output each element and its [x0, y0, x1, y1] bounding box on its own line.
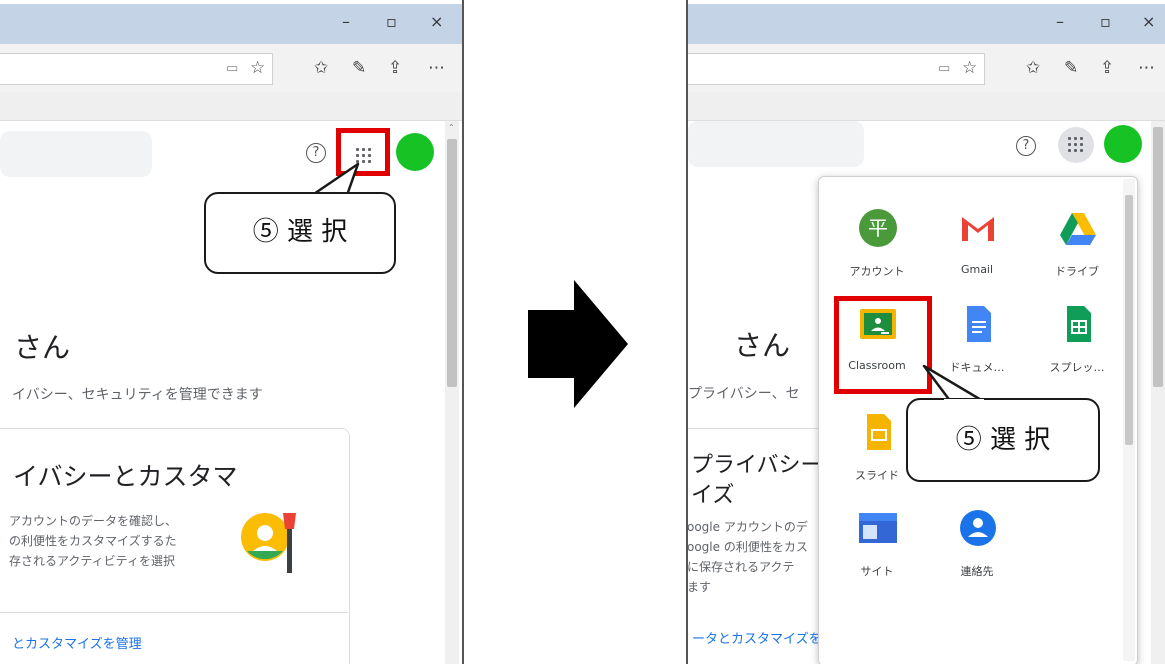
launcher-scroll-thumb[interactable] — [1125, 195, 1133, 445]
address-toolbar: ▭ ☆ ✩ ✎ ⇪ ⋯ — [0, 44, 462, 92]
maximize-button[interactable]: ▫ — [386, 12, 397, 31]
apps-grid-button[interactable] — [1058, 127, 1094, 163]
callout-joint — [944, 399, 984, 403]
maximize-button[interactable]: ▫ — [1100, 12, 1111, 31]
app-label: スプレッ… — [1049, 361, 1105, 374]
card-desc-line-1: oogle アカウントのデ — [687, 520, 808, 534]
address-toolbar: ▭ ☆ ✩ ✎ ⇪ ⋯ — [688, 44, 1165, 92]
privacy-card: イバシーとカスタマ アカウントのデータを確認し、 の利便性をカスタマイズするた … — [0, 428, 350, 664]
favorite-star-icon[interactable]: ☆ — [250, 59, 265, 77]
share-icon[interactable]: ⇪ — [388, 59, 402, 77]
help-icon[interactable]: ? — [1016, 136, 1036, 156]
app-label: アカウント — [849, 265, 905, 278]
app-label: ドライブ — [1055, 265, 1099, 278]
reading-view-icon[interactable]: ▭ — [226, 60, 238, 78]
transition-arrow-icon — [528, 280, 628, 408]
card-desc-line-3: 存されるアクティビティを選択 — [9, 554, 175, 568]
url-field[interactable]: ▭ ☆ — [688, 53, 985, 85]
card-desc-line-1: アカウントのデータを確認し、 — [9, 514, 178, 528]
favorites-bar — [688, 92, 1165, 121]
favorites-list-icon[interactable]: ✩ — [1026, 59, 1040, 77]
avatar[interactable] — [396, 133, 434, 171]
more-menu-icon[interactable]: ⋯ — [428, 59, 445, 77]
callout-joint — [308, 194, 354, 198]
greeting-heading: さん — [14, 331, 71, 364]
app-gmail[interactable]: Gmail — [929, 199, 1025, 295]
search-input[interactable] — [0, 131, 152, 177]
slides-icon — [867, 414, 891, 450]
card-desc-line-2: の利便性をカスタマイズするた — [9, 534, 177, 548]
app-account[interactable]: 平 アカウント — [829, 199, 925, 295]
sheets-icon — [1067, 306, 1091, 342]
search-input[interactable] — [688, 121, 864, 167]
app-sites[interactable]: サイト — [829, 499, 925, 595]
launcher-scrollbar[interactable] — [1123, 179, 1135, 661]
url-field[interactable]: ▭ ☆ — [0, 53, 273, 85]
scrollbar[interactable] — [1151, 121, 1165, 664]
privacy-illustration-icon — [241, 513, 296, 573]
apps-grid-icon[interactable] — [1067, 136, 1087, 156]
card-divider — [0, 612, 348, 613]
scrollbar[interactable]: ⌃ — [445, 121, 459, 664]
scroll-thumb[interactable] — [447, 139, 457, 387]
app-sheets[interactable]: スプレッ… — [1029, 295, 1125, 391]
pen-notes-icon[interactable]: ✎ — [352, 59, 366, 77]
close-button[interactable]: × — [430, 12, 443, 31]
app-label: 連絡先 — [960, 565, 994, 578]
card-title: イバシーとカスタマ — [13, 462, 238, 491]
step-callout: ⑤ 選 択 — [906, 398, 1100, 482]
app-contacts[interactable]: 連絡先 — [929, 499, 1025, 595]
share-icon[interactable]: ⇪ — [1100, 59, 1114, 77]
reading-view-icon[interactable]: ▭ — [938, 60, 950, 78]
browser-window-after: – ▫ × ▭ ☆ ✩ ✎ ⇪ ⋯ ? さん プライバシー、セ プライバシーと … — [686, 0, 1165, 664]
card-desc-line-4: ます — [687, 580, 712, 594]
docs-icon — [967, 306, 991, 342]
app-label: Gmail — [960, 263, 994, 276]
gmail-icon — [962, 217, 994, 241]
scroll-up-icon[interactable]: ⌃ — [448, 123, 455, 132]
step-callout: ⑤ 選 択 — [204, 192, 396, 274]
title-bar: – ▫ × — [0, 4, 462, 44]
contacts-icon — [960, 510, 996, 546]
app-label: サイト — [860, 565, 894, 578]
avatar[interactable] — [1104, 125, 1142, 163]
more-menu-icon[interactable]: ⋯ — [1138, 59, 1155, 77]
favorite-star-icon[interactable]: ☆ — [962, 59, 977, 77]
manage-data-link[interactable]: とカスタマイズを管理 — [12, 633, 142, 652]
minimize-button[interactable]: – — [342, 12, 350, 31]
card-desc-line-3: に保存されるアクテ — [687, 560, 795, 574]
favorites-bar — [0, 92, 462, 121]
favorites-list-icon[interactable]: ✩ — [314, 59, 328, 77]
title-bar: – ▫ × — [688, 4, 1165, 44]
page-subtext: プライバシー、セ — [688, 386, 800, 402]
page-subtext: イバシー、セキュリティを管理できます — [12, 387, 263, 403]
close-button[interactable]: × — [1142, 12, 1155, 31]
drive-icon — [1060, 213, 1096, 245]
browser-window-before: – ▫ × ▭ ☆ ✩ ✎ ⇪ ⋯ ? さん イバシー、セキュリティを管理できま… — [0, 0, 464, 664]
minimize-button[interactable]: – — [1056, 12, 1064, 31]
sites-icon — [859, 513, 897, 543]
card-title-line-2: イズ — [691, 483, 735, 508]
greeting-heading: さん — [734, 329, 791, 362]
account-icon: 平 — [859, 209, 897, 247]
scroll-thumb[interactable] — [1153, 127, 1163, 387]
app-drive[interactable]: ドライブ — [1029, 199, 1125, 295]
card-desc-line-2: oogle の利便性をカス — [687, 540, 808, 554]
pen-notes-icon[interactable]: ✎ — [1064, 59, 1078, 77]
